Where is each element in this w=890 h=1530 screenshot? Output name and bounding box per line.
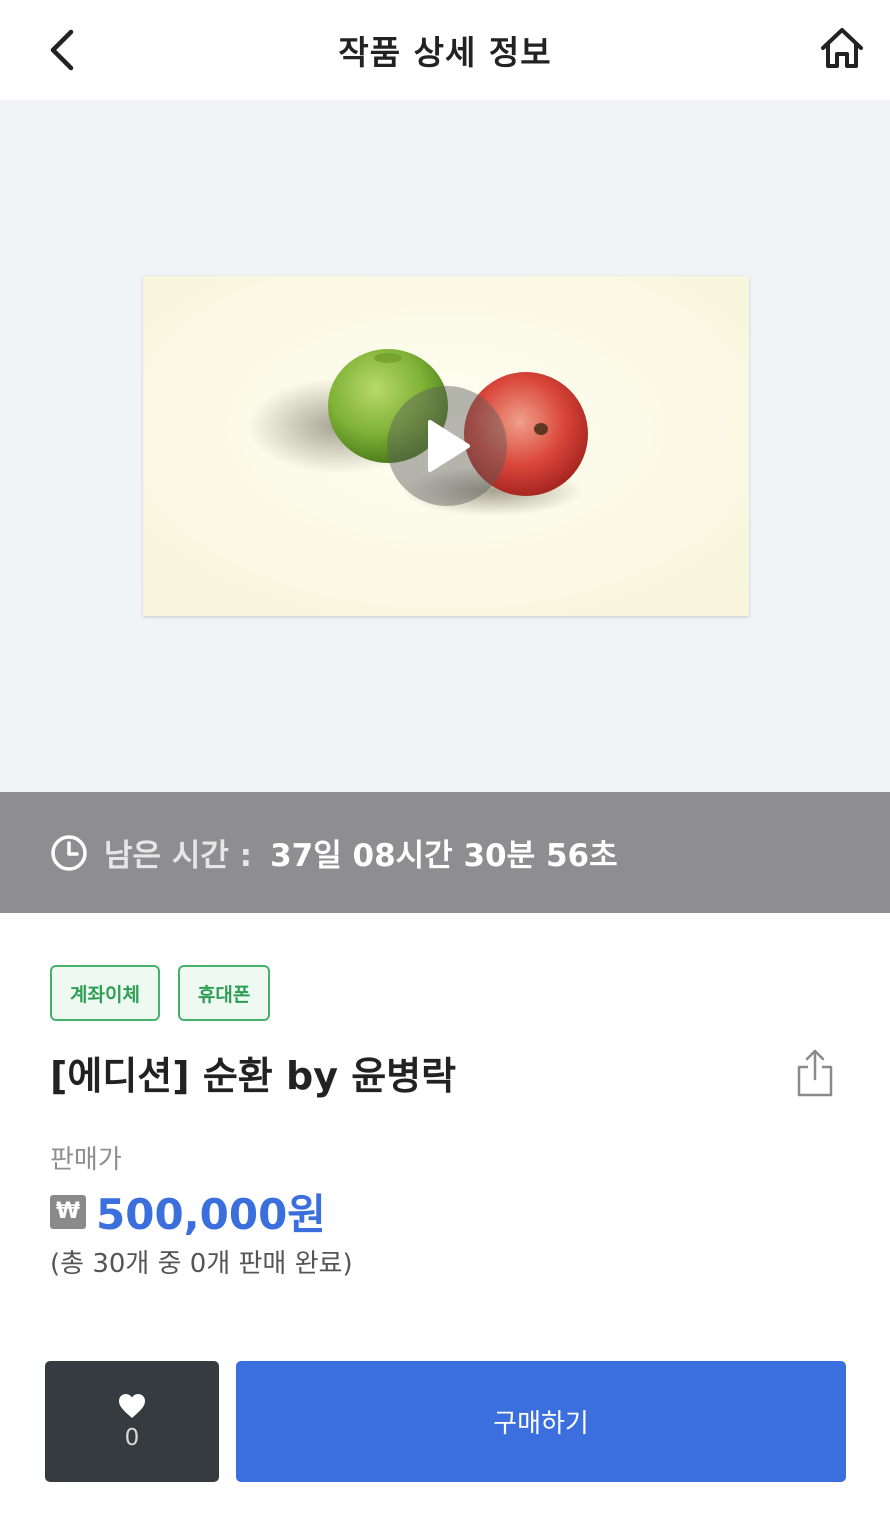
artwork-media-area [0, 100, 890, 792]
payment-tag-bank-transfer: 계좌이체 [50, 965, 160, 1021]
artwork-video-thumbnail[interactable] [143, 276, 749, 616]
home-button[interactable] [806, 14, 878, 82]
top-app-bar: 작품 상세 정보 [0, 0, 890, 100]
buy-button[interactable]: 구매하기 [236, 1361, 846, 1482]
share-icon [797, 1049, 833, 1097]
heart-icon [119, 1393, 145, 1418]
product-title: [에디션] 순환 by 윤병락 [50, 1054, 457, 1098]
sales-status: (총 30개 중 0개 판매 완료) [50, 1249, 353, 1279]
remaining-time-value: 37일 08시간 30분 56초 [270, 838, 618, 874]
play-icon [428, 420, 470, 472]
clock-icon [50, 834, 88, 872]
price-row: ₩ 500,000원 [50, 1181, 326, 1242]
payment-tag-mobile: 휴대폰 [177, 965, 271, 1021]
like-button[interactable]: 0 [45, 1361, 219, 1482]
share-button[interactable] [790, 1043, 840, 1103]
price-value: 500,000원 [96, 1190, 326, 1239]
countdown-bar: 남은 시간 : 37일 08시간 30분 56초 [0, 792, 890, 913]
remaining-time-label: 남은 시간 : [104, 838, 253, 874]
won-currency-icon: ₩ [50, 1194, 86, 1229]
price-label: 판매가 [50, 1145, 122, 1175]
payment-tags: 계좌이체 휴대폰 [50, 965, 271, 1021]
like-count: 0 [124, 1424, 140, 1451]
page-title: 작품 상세 정보 [338, 33, 552, 72]
home-icon [821, 28, 863, 68]
play-button[interactable] [387, 386, 507, 506]
